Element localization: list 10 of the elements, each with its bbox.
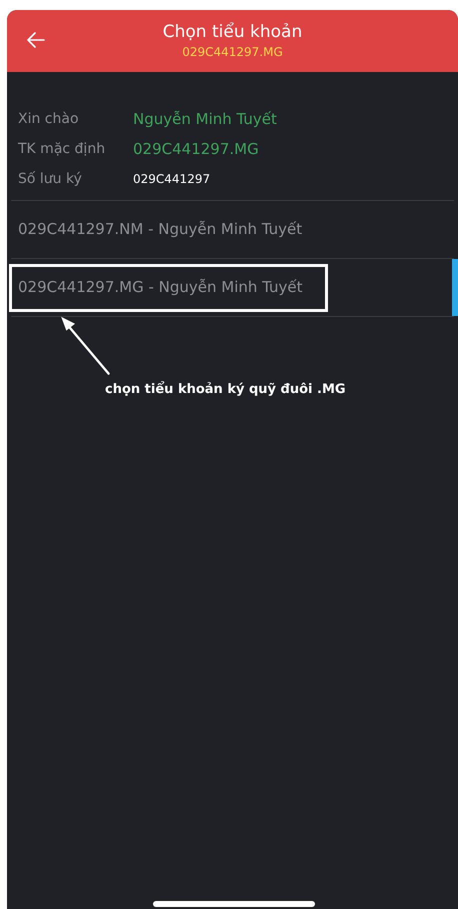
info-label: Xin chào bbox=[18, 110, 80, 128]
info-value: Nguyễn Minh Tuyết bbox=[133, 108, 277, 130]
info-value: 029C441297.MG bbox=[133, 138, 259, 160]
info-label: Số lưu ký bbox=[18, 170, 83, 188]
page-subtitle: 029C441297.MG bbox=[182, 44, 283, 61]
page-title: Chọn tiểu khoản bbox=[162, 21, 302, 43]
annotation-caption: chọn tiểu khoản ký quỹ đuôi .MG bbox=[105, 380, 346, 399]
info-value: 029C441297 bbox=[133, 171, 210, 188]
account-item[interactable]: 029C441297.NM - Nguyễn Minh Tuyết bbox=[7, 201, 458, 258]
info-label: TK mặc định bbox=[18, 140, 106, 158]
